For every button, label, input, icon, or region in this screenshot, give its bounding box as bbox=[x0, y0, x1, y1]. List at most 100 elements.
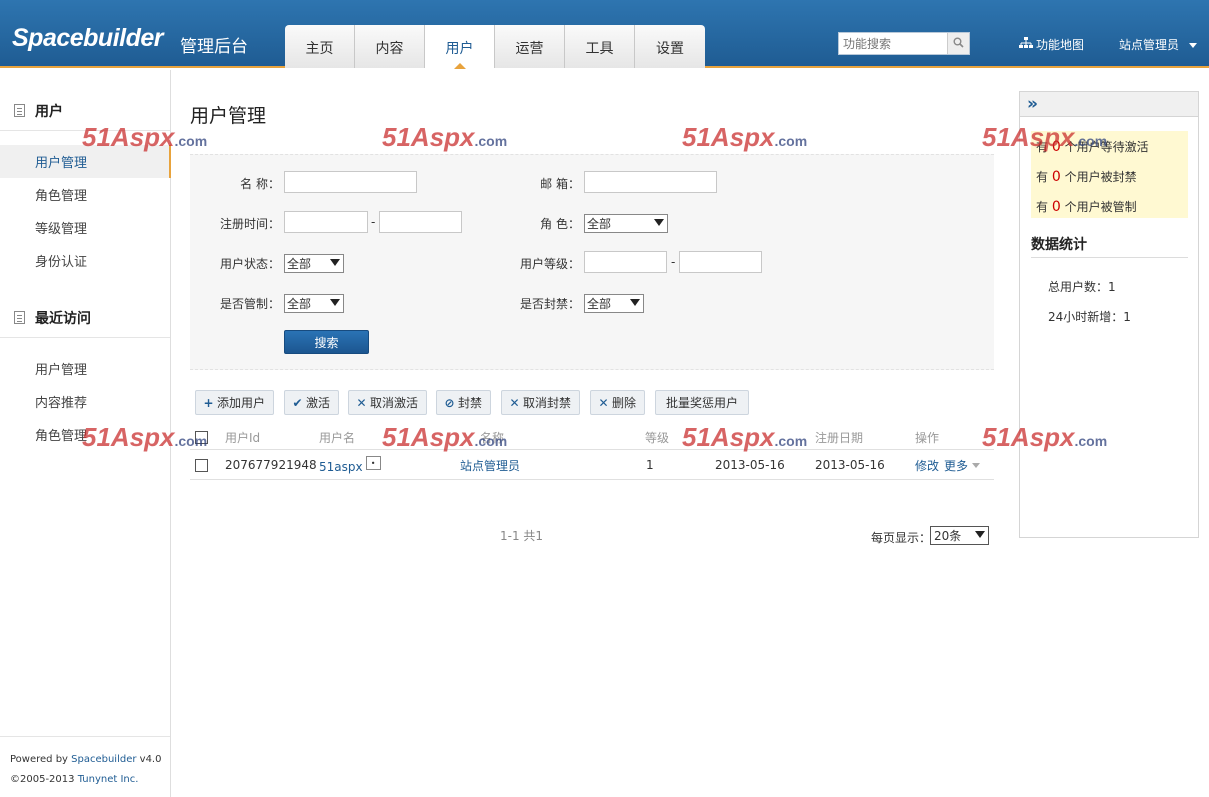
level-label: 用户等级： bbox=[519, 257, 580, 271]
sidebar-section-users: 用户 bbox=[0, 91, 170, 131]
sidebar-item-identity-verification[interactable]: 身份认证 bbox=[0, 244, 171, 277]
admin-label: 站点管理员 bbox=[1119, 38, 1180, 52]
moderated-label: 是否管制： bbox=[219, 297, 280, 311]
sidebar-recent-content-recommend[interactable]: 内容推荐 bbox=[0, 385, 171, 418]
sitemap-label: 功能地图 bbox=[1036, 38, 1085, 52]
level-max-input[interactable] bbox=[679, 251, 762, 273]
sidebar-item-user-management[interactable]: 用户管理 bbox=[0, 145, 171, 178]
delete-button[interactable]: ✕ 删除 bbox=[590, 390, 646, 415]
ban-button[interactable]: ⊘ 封禁 bbox=[436, 390, 492, 415]
select-all-cell bbox=[195, 425, 208, 449]
table-header: 用户Id 用户名 名称 等级 注册日期 操作 bbox=[190, 425, 994, 450]
sidebar-recent-role-management[interactable]: 角色管理 bbox=[0, 418, 171, 451]
logo[interactable]: Spacebuilder bbox=[12, 24, 164, 53]
stats-title: 数据统计 bbox=[1031, 237, 1087, 253]
col-level: 等级 bbox=[645, 430, 670, 445]
tab-tools[interactable]: 工具 bbox=[565, 25, 635, 68]
chevron-down-icon bbox=[330, 299, 340, 306]
notice-moderated[interactable]: 有 0 个用户被管制 bbox=[1036, 198, 1137, 215]
notice-pending-activation[interactable]: 有 0 个用户等待激活 bbox=[1036, 138, 1149, 155]
user-card-icon[interactable]: • bbox=[365, 456, 381, 470]
col-user-name: 用户名 bbox=[319, 430, 356, 445]
per-page-select[interactable]: 20条 bbox=[930, 526, 989, 545]
sidebar-section-title: 用户 bbox=[35, 103, 63, 120]
copyright-prefix: ©2005-2013 bbox=[10, 774, 78, 785]
spacebuilder-link[interactable]: Spacebuilder bbox=[71, 754, 136, 765]
logo-subtitle: 管理后台 bbox=[180, 37, 248, 57]
pager-info: 1-1 共1 bbox=[500, 529, 544, 543]
function-search bbox=[838, 32, 970, 55]
edit-link[interactable]: 修改 bbox=[915, 457, 939, 474]
sidebar-item-role-management[interactable]: 角色管理 bbox=[0, 178, 171, 211]
add-user-button[interactable]: + 添加用户 bbox=[195, 390, 275, 415]
email-input[interactable] bbox=[584, 171, 717, 193]
tunynet-link[interactable]: Tunynet Inc. bbox=[78, 774, 139, 785]
filter-search-button[interactable]: 搜索 bbox=[284, 330, 369, 354]
watermark-suffix: .com bbox=[774, 133, 808, 149]
stat-new-24h: 24小时新增：1 bbox=[1048, 310, 1131, 324]
regtime-start-input[interactable] bbox=[284, 211, 368, 233]
watermark-suffix: .com bbox=[474, 133, 508, 149]
right-panel: » 有 0 个用户等待激活 有 0 个用户被封禁 有 0 个用户被管制 数据统计… bbox=[1019, 91, 1199, 538]
role-label: 角 色： bbox=[540, 217, 580, 231]
powered-by: Powered by Spacebuilder v4.0 ©2005-2013 … bbox=[10, 750, 161, 790]
double-chevron-right-icon[interactable]: » bbox=[1027, 95, 1038, 113]
display-name-link[interactable]: 站点管理员 bbox=[460, 457, 520, 474]
name-input[interactable] bbox=[284, 171, 417, 193]
row-checkbox[interactable] bbox=[195, 458, 208, 472]
filter-panel: 名 称： 邮 箱： 注册时间： - 角 色： 全部 用户状态： 全部 用户等级：… bbox=[190, 154, 994, 370]
watermark-suffix: .com bbox=[174, 133, 208, 149]
table-row: 207677921948 51aspx • 站点管理员 1 2013-05-16… bbox=[190, 451, 994, 480]
sidebar-recent-user-management[interactable]: 用户管理 bbox=[0, 352, 171, 385]
close-icon: ✕ bbox=[509, 395, 520, 410]
close-icon: ✕ bbox=[598, 395, 609, 410]
notice-count: 0 bbox=[1051, 199, 1061, 215]
activate-label: 激活 bbox=[306, 396, 331, 410]
cancel-ban-button[interactable]: ✕ 取消封禁 bbox=[501, 390, 581, 415]
cell-display-name: 站点管理员 bbox=[460, 451, 520, 479]
stats-divider bbox=[1031, 257, 1188, 258]
tab-content[interactable]: 内容 bbox=[355, 25, 425, 68]
regtime-end-input[interactable] bbox=[379, 211, 462, 233]
sitemap-link[interactable]: 功能地图 bbox=[1019, 36, 1084, 53]
powered-prefix: Powered by bbox=[10, 754, 72, 765]
tab-home[interactable]: 主页 bbox=[285, 25, 355, 68]
add-user-label: 添加用户 bbox=[217, 396, 266, 410]
function-search-input[interactable] bbox=[839, 33, 947, 54]
cell-level: 1 bbox=[646, 458, 654, 472]
name-label: 名 称： bbox=[240, 177, 280, 191]
more-link[interactable]: 更多 bbox=[944, 457, 968, 474]
status-select[interactable]: 全部 bbox=[284, 254, 344, 273]
banned-select[interactable]: 全部 bbox=[584, 294, 644, 313]
admin-dropdown[interactable]: 站点管理员 bbox=[1119, 36, 1197, 53]
level-dash: - bbox=[671, 255, 676, 269]
tab-users[interactable]: 用户 bbox=[425, 25, 495, 69]
tab-settings[interactable]: 设置 bbox=[635, 25, 705, 68]
row-select-cell bbox=[195, 451, 208, 479]
search-icon bbox=[953, 37, 964, 51]
search-button[interactable] bbox=[947, 33, 969, 54]
status-label: 用户状态： bbox=[219, 257, 280, 271]
cancel-activate-button[interactable]: ✕ 取消激活 bbox=[348, 390, 428, 415]
cell-date: 2013-05-16 bbox=[715, 458, 785, 472]
moderated-select[interactable]: 全部 bbox=[284, 294, 344, 313]
notice-suffix: 个用户等待激活 bbox=[1060, 140, 1149, 154]
top-header: Spacebuilder 管理后台 主页 内容 用户 运营 工具 设置 功能地图… bbox=[0, 0, 1209, 69]
col-reg-date: 注册日期 bbox=[815, 430, 864, 445]
sidebar-footer-divider bbox=[0, 736, 170, 737]
regtime-label: 注册时间： bbox=[219, 217, 280, 231]
role-select[interactable]: 全部 bbox=[584, 214, 668, 233]
chevron-down-icon[interactable] bbox=[972, 462, 981, 468]
batch-reward-button[interactable]: 批量奖惩用户 bbox=[655, 390, 750, 415]
tab-operations[interactable]: 运营 bbox=[495, 25, 565, 68]
per-page-label: 每页显示： bbox=[871, 531, 932, 545]
cell-user-id: 207677921948 bbox=[225, 458, 317, 472]
sidebar-item-level-management[interactable]: 等级管理 bbox=[0, 211, 171, 244]
level-min-input[interactable] bbox=[584, 251, 667, 273]
col-display-name: 名称 bbox=[480, 430, 505, 445]
select-all-checkbox[interactable] bbox=[195, 430, 208, 444]
banned-label: 是否封禁： bbox=[519, 297, 580, 311]
notice-banned[interactable]: 有 0 个用户被封禁 bbox=[1036, 168, 1137, 185]
activate-button[interactable]: ✔ 激活 bbox=[284, 390, 340, 415]
user-name-link[interactable]: 51aspx bbox=[319, 457, 363, 474]
